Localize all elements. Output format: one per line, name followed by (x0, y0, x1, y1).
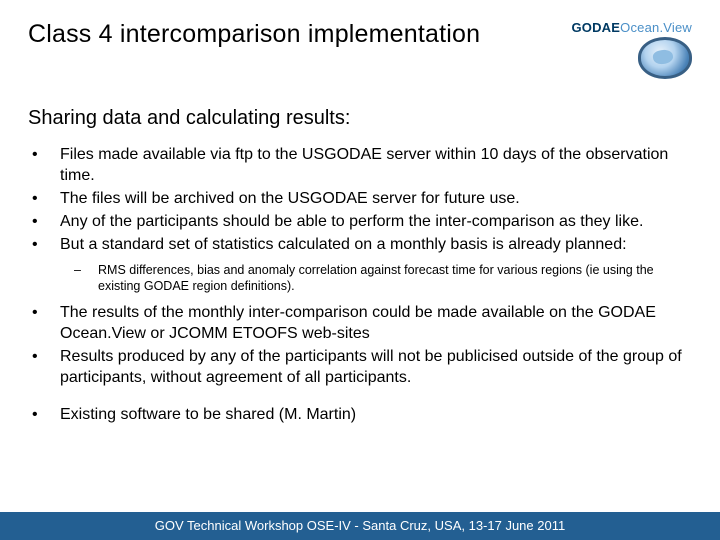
bullet-list-1: •Files made available via ftp to the USG… (28, 144, 692, 256)
bullet-icon: • (32, 211, 60, 232)
bullet-text: The files will be archived on the USGODA… (60, 188, 692, 209)
bullet-icon: • (32, 144, 60, 186)
bullet-icon: • (32, 302, 60, 344)
bullet-list-3: •Existing software to be shared (M. Mart… (28, 404, 692, 425)
brand-block: GODAEOcean.View (571, 20, 692, 79)
slide-title: Class 4 intercomparison implementation (28, 20, 480, 49)
bullet-icon: • (32, 346, 60, 388)
bullet-icon: • (32, 234, 60, 255)
slide: Class 4 intercomparison implementation G… (0, 0, 720, 426)
sub-bullet-text: RMS differences, bias and anomaly correl… (98, 262, 692, 295)
footer-text: GOV Technical Workshop OSE-IV - Santa Cr… (155, 518, 565, 533)
bullet-list-2: •The results of the monthly inter-compar… (28, 302, 692, 388)
header-row: Class 4 intercomparison implementation G… (28, 20, 692, 79)
bullet-icon: • (32, 404, 60, 425)
brand-text: GODAEOcean.View (571, 20, 692, 35)
dash-icon: – (74, 262, 98, 295)
bullet-text: Existing software to be shared (M. Marti… (60, 404, 692, 425)
globe-icon (638, 37, 692, 79)
list-item: •The files will be archived on the USGOD… (32, 188, 692, 209)
bullet-text: Results produced by any of the participa… (60, 346, 692, 388)
list-item: –RMS differences, bias and anomaly corre… (74, 262, 692, 295)
bullet-icon: • (32, 188, 60, 209)
spacer (28, 390, 692, 404)
list-item: •But a standard set of statistics calcul… (32, 234, 692, 255)
bullet-text: But a standard set of statistics calcula… (60, 234, 692, 255)
brand-bold: GODAE (571, 20, 620, 35)
slide-subtitle: Sharing data and calculating results: (28, 107, 692, 130)
bullet-text: Files made available via ftp to the USGO… (60, 144, 692, 186)
list-item: •Existing software to be shared (M. Mart… (32, 404, 692, 425)
list-item: •Any of the participants should be able … (32, 211, 692, 232)
bullet-text: Any of the participants should be able t… (60, 211, 692, 232)
list-item: •Results produced by any of the particip… (32, 346, 692, 388)
bullet-text: The results of the monthly inter-compari… (60, 302, 692, 344)
sub-bullet-list: –RMS differences, bias and anomaly corre… (28, 262, 692, 295)
footer-bar: GOV Technical Workshop OSE-IV - Santa Cr… (0, 512, 720, 540)
brand-light: Ocean.View (620, 20, 692, 35)
list-item: •The results of the monthly inter-compar… (32, 302, 692, 344)
list-item: •Files made available via ftp to the USG… (32, 144, 692, 186)
